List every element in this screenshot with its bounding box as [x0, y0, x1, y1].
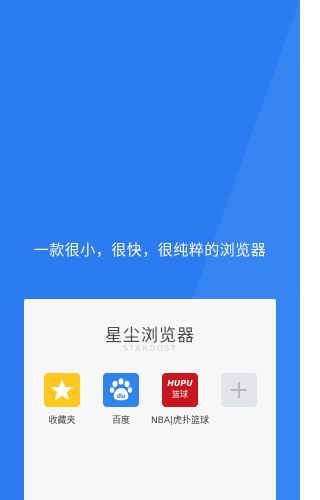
app-subtitle: STARDUST: [122, 344, 178, 353]
svg-text:du: du: [117, 393, 126, 400]
start-page-card: 星尘浏览器 STARDUST 收藏夹 du 百度 HUPU 篮球 NBA|虎扑篮…: [24, 299, 276, 500]
baidu-paw-icon: du: [109, 378, 133, 401]
shortcut-favorites[interactable]: 收藏夹: [32, 373, 92, 431]
star-icon: [50, 379, 74, 401]
splash-tagline: 一款很小，很快，很纯粹的浏览器: [33, 241, 267, 259]
hupu-logo-subtext: 篮球: [172, 390, 188, 399]
baidu-tile: du: [103, 373, 139, 407]
shortcut-baidu[interactable]: du 百度: [91, 373, 151, 431]
shortcut-grid: 收藏夹 du 百度 HUPU 篮球 NBA|虎扑篮球: [24, 373, 276, 433]
favorites-tile: [44, 373, 80, 407]
shortcut-label: NBA|虎扑篮球: [150, 416, 210, 426]
hupu-logo-text: HUPU: [167, 379, 193, 388]
shortcut-hupu[interactable]: HUPU 篮球 NBA|虎扑篮球: [150, 373, 210, 431]
hupu-logo-icon: HUPU 篮球: [162, 373, 198, 407]
app-title: 星尘浏览器: [105, 326, 195, 346]
shortcut-add[interactable]: [209, 373, 269, 431]
splash-screen: 一款很小，很快，很纯粹的浏览器 星尘浏览器 STARDUST 收藏夹 du 百度…: [0, 0, 300, 500]
plus-icon: [231, 382, 247, 398]
add-tile: [221, 373, 257, 407]
